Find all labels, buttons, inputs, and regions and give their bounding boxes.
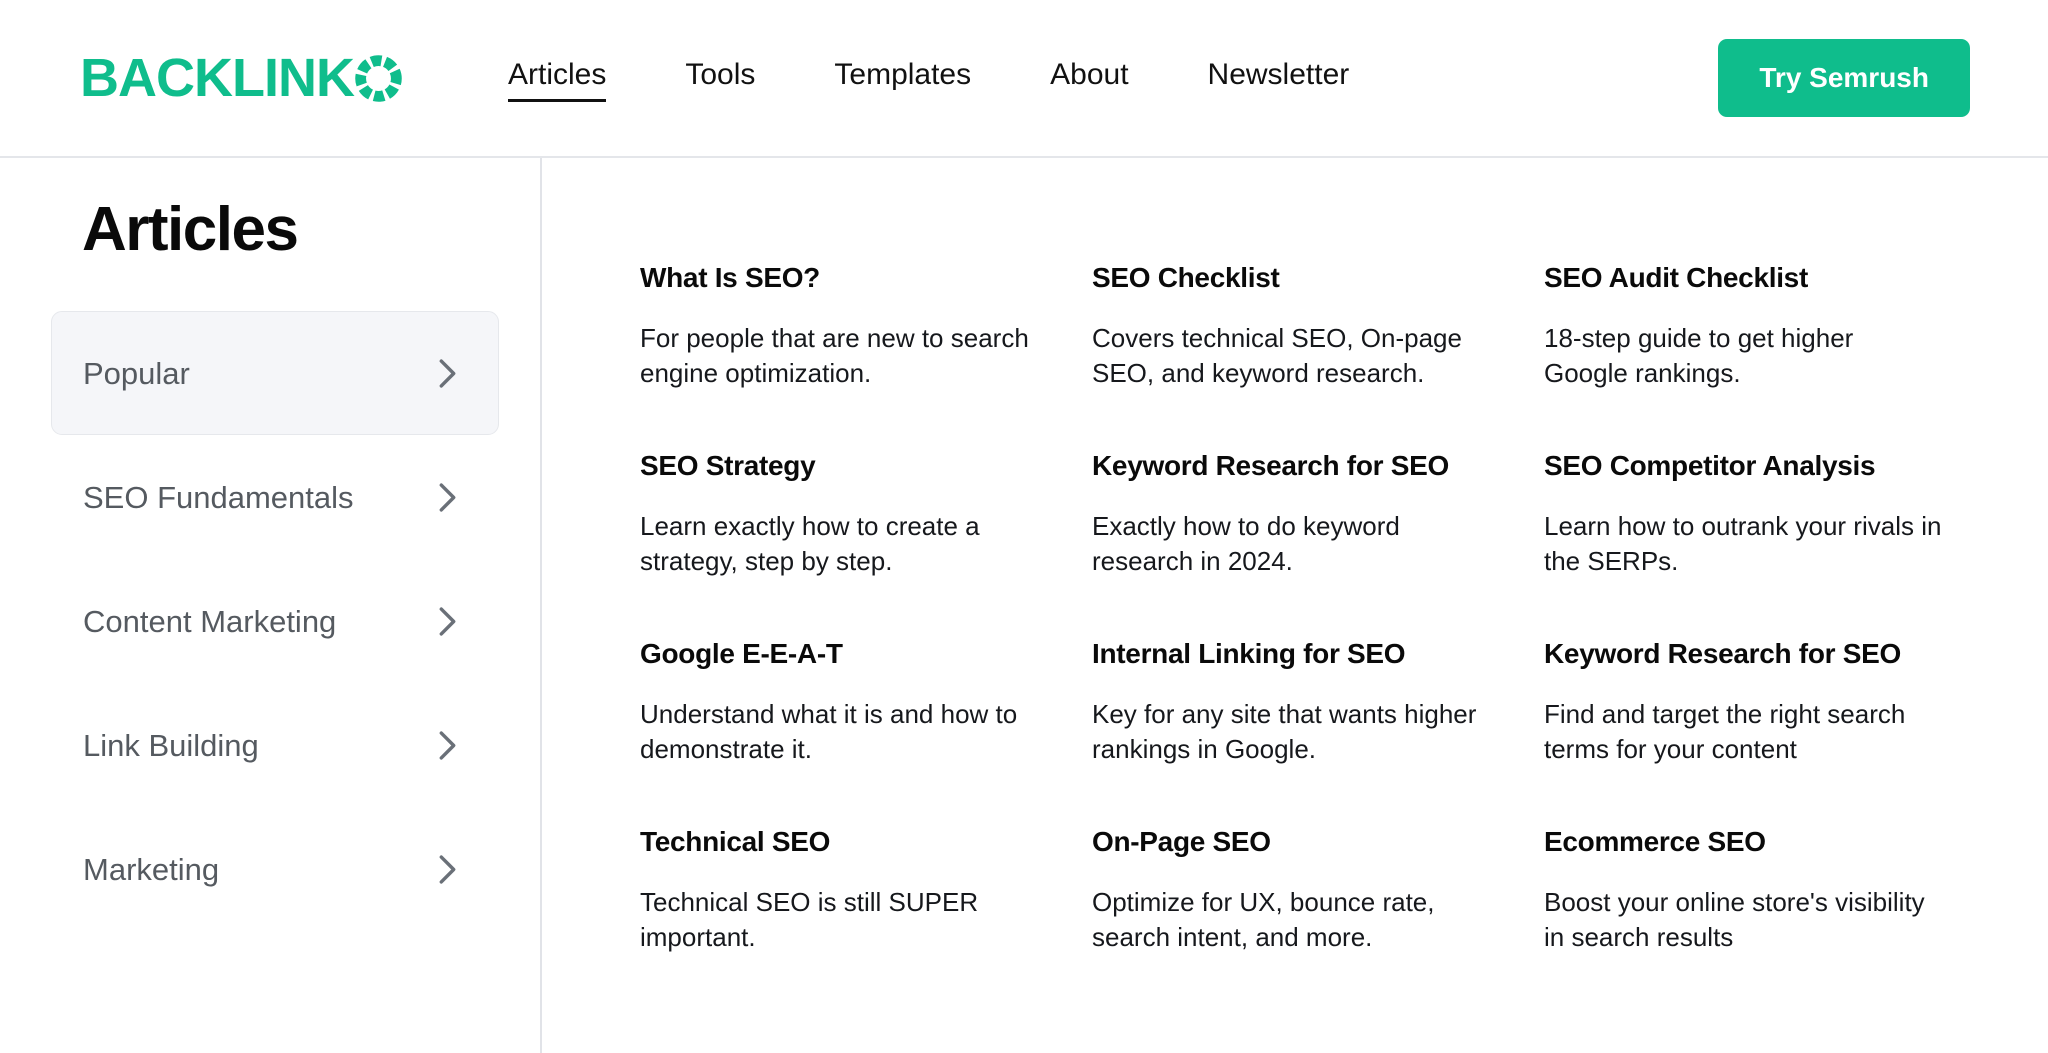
brand-logo[interactable]: BACKLINK: [80, 51, 402, 105]
nav-item-about[interactable]: About: [1050, 54, 1128, 102]
main-nav: Articles Tools Templates About Newslette…: [508, 54, 1428, 102]
chevron-right-icon: [438, 854, 457, 885]
article-title: Google E-E-A-T: [640, 636, 1052, 671]
sidebar-item-content-marketing[interactable]: Content Marketing: [51, 559, 499, 683]
page-body: Articles Popular SEO Fundamentals Conten…: [0, 158, 2048, 1053]
sidebar-item-label: SEO Fundamentals: [83, 479, 354, 516]
sidebar-item-label: Popular: [83, 355, 190, 392]
chevron-right-icon: [438, 358, 457, 389]
article-description: Key for any site that wants higher ranki…: [1092, 697, 1492, 768]
article-card[interactable]: Keyword Research for SEO Find and target…: [1544, 636, 2004, 824]
sidebar-item-label: Link Building: [83, 727, 259, 764]
sidebar-item-label: Marketing: [83, 851, 219, 888]
article-description: 18-step guide to get higher Google ranki…: [1544, 321, 1944, 392]
brand-wordmark: BACKLINK: [80, 51, 354, 105]
sidebar-item-label: Content Marketing: [83, 603, 336, 640]
article-title: SEO Checklist: [1092, 260, 1504, 295]
article-description: Technical SEO is still SUPER important.: [640, 885, 1040, 956]
article-card[interactable]: Keyword Research for SEO Exactly how to …: [1092, 448, 1544, 636]
article-card[interactable]: SEO Audit Checklist 18-step guide to get…: [1544, 260, 2004, 448]
article-title: On-Page SEO: [1092, 824, 1504, 859]
nav-item-articles[interactable]: Articles: [508, 54, 606, 102]
article-card[interactable]: SEO Checklist Covers technical SEO, On-p…: [1092, 260, 1544, 448]
article-card[interactable]: SEO Strategy Learn exactly how to create…: [640, 448, 1092, 636]
sidebar-category-list: Popular SEO Fundamentals Content Marketi…: [0, 311, 540, 931]
article-title: What Is SEO?: [640, 260, 1052, 295]
article-card[interactable]: What Is SEO? For people that are new to …: [640, 260, 1092, 448]
chevron-right-icon: [438, 482, 457, 513]
try-semrush-button[interactable]: Try Semrush: [1718, 39, 1970, 117]
article-title: SEO Strategy: [640, 448, 1052, 483]
article-title: Ecommerce SEO: [1544, 824, 1964, 859]
article-card[interactable]: On-Page SEO Optimize for UX, bounce rate…: [1092, 824, 1544, 1012]
article-card[interactable]: Internal Linking for SEO Key for any sit…: [1092, 636, 1544, 824]
article-description: Boost your online store's visibility in …: [1544, 885, 1944, 956]
article-title: Internal Linking for SEO: [1092, 636, 1504, 671]
article-description: Find and target the right search terms f…: [1544, 697, 1944, 768]
sidebar-item-link-building[interactable]: Link Building: [51, 683, 499, 807]
backlinko-ring-icon: [355, 55, 402, 102]
article-description: Understand what it is and how to demonst…: [640, 697, 1040, 768]
nav-item-newsletter[interactable]: Newsletter: [1208, 54, 1350, 102]
article-description: Optimize for UX, bounce rate, search int…: [1092, 885, 1492, 956]
article-card[interactable]: Technical SEO Technical SEO is still SUP…: [640, 824, 1092, 1012]
site-header: BACKLINK Articles Tools Templates About …: [0, 0, 2048, 158]
article-card[interactable]: Ecommerce SEO Boost your online store's …: [1544, 824, 2004, 1012]
nav-item-templates[interactable]: Templates: [834, 54, 971, 102]
article-title: SEO Audit Checklist: [1544, 260, 1964, 295]
article-title: Keyword Research for SEO: [1544, 636, 1964, 671]
article-description: For people that are new to search engine…: [640, 321, 1040, 392]
chevron-right-icon: [438, 730, 457, 761]
sidebar-item-seo-fundamentals[interactable]: SEO Fundamentals: [51, 435, 499, 559]
page-title: Articles: [0, 194, 540, 265]
nav-item-tools[interactable]: Tools: [685, 54, 755, 102]
sidebar: Articles Popular SEO Fundamentals Conten…: [0, 158, 542, 1053]
article-title: Technical SEO: [640, 824, 1052, 859]
sidebar-item-marketing[interactable]: Marketing: [51, 807, 499, 931]
article-description: Learn exactly how to create a strategy, …: [640, 509, 1040, 580]
article-description: Learn how to outrank your rivals in the …: [1544, 509, 1944, 580]
article-title: Keyword Research for SEO: [1092, 448, 1504, 483]
article-content: What Is SEO? For people that are new to …: [542, 158, 2048, 1053]
article-description: Exactly how to do keyword research in 20…: [1092, 509, 1492, 580]
article-card[interactable]: Google E-E-A-T Understand what it is and…: [640, 636, 1092, 824]
article-card[interactable]: SEO Competitor Analysis Learn how to out…: [1544, 448, 2004, 636]
article-description: Covers technical SEO, On-page SEO, and k…: [1092, 321, 1492, 392]
chevron-right-icon: [438, 606, 457, 637]
article-grid: What Is SEO? For people that are new to …: [542, 260, 2048, 1012]
sidebar-item-popular[interactable]: Popular: [51, 311, 499, 435]
article-title: SEO Competitor Analysis: [1544, 448, 1964, 483]
